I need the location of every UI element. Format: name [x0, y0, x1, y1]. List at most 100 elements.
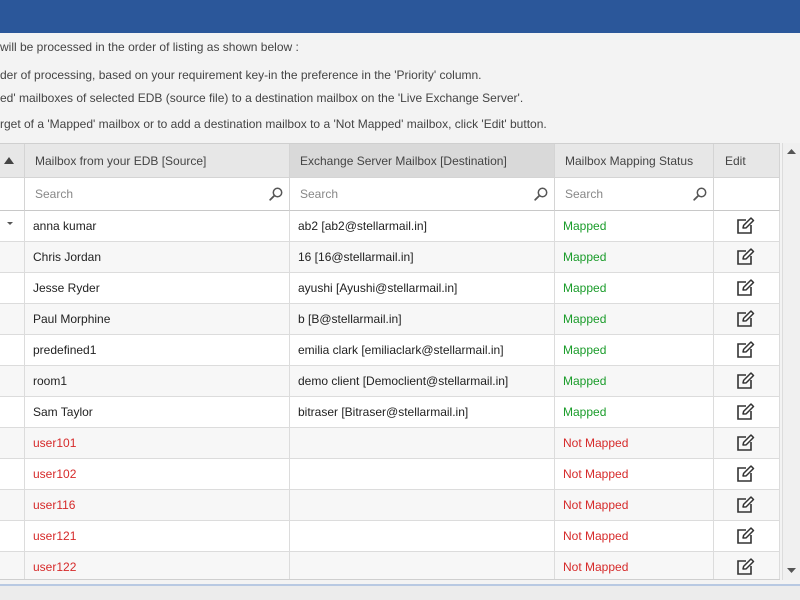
- priority-search-cell: [0, 178, 25, 211]
- magnifier-icon[interactable]: [693, 187, 707, 201]
- priority-cell[interactable]: [0, 521, 25, 552]
- edit-pencil-icon[interactable]: [735, 558, 755, 576]
- table-row[interactable]: Paul Morphine b [B@stellarmail.in] Mapped: [0, 304, 780, 335]
- mapping-status-cell: Mapped: [555, 273, 714, 304]
- mapping-status-cell: Not Mapped: [555, 428, 714, 459]
- bottom-bar: [0, 584, 800, 600]
- table-row[interactable]: anna kumar ab2 [ab2@stellarmail.in] Mapped: [0, 211, 780, 242]
- mapping-status-cell: Mapped: [555, 304, 714, 335]
- destination-mailbox-cell: emilia clark [emiliaclark@stellarmail.in…: [290, 335, 555, 366]
- mapping-status-cell: Mapped: [555, 211, 714, 242]
- edit-pencil-icon[interactable]: [735, 465, 755, 483]
- source-mailbox-cell: anna kumar: [25, 211, 290, 242]
- edit-pencil-icon[interactable]: [735, 341, 755, 359]
- priority-cell[interactable]: [0, 428, 25, 459]
- priority-cell[interactable]: [0, 459, 25, 490]
- source-column-header[interactable]: Mailbox from your EDB [Source]: [25, 144, 290, 178]
- destination-mailbox-cell: demo client [Democlient@stellarmail.in]: [290, 366, 555, 397]
- destination-search-input[interactable]: [290, 178, 554, 210]
- edit-pencil-icon[interactable]: [735, 527, 755, 545]
- edit-button[interactable]: [714, 397, 780, 428]
- destination-mailbox-cell: ayushi [Ayushi@stellarmail.in]: [290, 273, 555, 304]
- arrow-up-icon[interactable]: [783, 143, 800, 160]
- table-row[interactable]: Sam Taylor bitraser [Bitraser@stellarmail…: [0, 397, 780, 428]
- table-row[interactable]: Jesse Ryder ayushi [Ayushi@stellarmail.in…: [0, 273, 780, 304]
- destination-mailbox-cell: [290, 521, 555, 552]
- mailbox-mapping-grid: Mailbox from your EDB [Source] Exchange …: [0, 143, 780, 580]
- source-mailbox-cell: Chris Jordan: [25, 242, 290, 273]
- destination-mailbox-cell: bitraser [Bitraser@stellarmail.in]: [290, 397, 555, 428]
- magnifier-icon[interactable]: [269, 187, 283, 201]
- current-row-indicator-icon: [7, 222, 13, 225]
- table-row[interactable]: user121 Not Mapped: [0, 521, 780, 552]
- source-mailbox-cell: user116: [25, 490, 290, 521]
- edit-pencil-icon[interactable]: [735, 403, 755, 421]
- source-mailbox-cell: user121: [25, 521, 290, 552]
- table-row[interactable]: user122 Not Mapped: [0, 552, 780, 579]
- edit-pencil-icon[interactable]: [735, 217, 755, 235]
- scrollbar-track[interactable]: [786, 163, 797, 577]
- mapping-status-cell: Mapped: [555, 366, 714, 397]
- edit-button[interactable]: [714, 273, 780, 304]
- edit-button[interactable]: [714, 459, 780, 490]
- table-row[interactable]: Chris Jordan 16 [16@stellarmail.in] Mapped: [0, 242, 780, 273]
- destination-mailbox-cell: [290, 459, 555, 490]
- status-search-cell: [555, 178, 714, 211]
- mapping-status-cell: Not Mapped: [555, 552, 714, 579]
- edit-button[interactable]: [714, 211, 780, 242]
- table-row[interactable]: predefined1 emilia clark [emiliaclark@ste…: [0, 335, 780, 366]
- info-line-3: ed' mailboxes of selected EDB (source fi…: [0, 91, 524, 105]
- status-search-input[interactable]: [555, 178, 713, 210]
- vertical-scrollbar[interactable]: [782, 143, 800, 580]
- edit-button[interactable]: [714, 366, 780, 397]
- priority-cell[interactable]: [0, 490, 25, 521]
- edit-pencil-icon[interactable]: [735, 434, 755, 452]
- destination-mailbox-cell: b [B@stellarmail.in]: [290, 304, 555, 335]
- priority-cell[interactable]: [0, 552, 25, 579]
- status-column-header[interactable]: Mailbox Mapping Status: [555, 144, 714, 178]
- edit-button[interactable]: [714, 428, 780, 459]
- priority-cell[interactable]: [0, 304, 25, 335]
- source-search-input[interactable]: [25, 178, 289, 210]
- source-mailbox-cell: predefined1: [25, 335, 290, 366]
- edit-button[interactable]: [714, 335, 780, 366]
- edit-button[interactable]: [714, 304, 780, 335]
- edit-button[interactable]: [714, 490, 780, 521]
- destination-mailbox-cell: ab2 [ab2@stellarmail.in]: [290, 211, 555, 242]
- source-mailbox-cell: Sam Taylor: [25, 397, 290, 428]
- window-titlebar: [0, 0, 800, 33]
- priority-cell[interactable]: [0, 273, 25, 304]
- edit-button[interactable]: [714, 521, 780, 552]
- priority-cell[interactable]: [0, 397, 25, 428]
- edit-pencil-icon[interactable]: [735, 279, 755, 297]
- destination-column-header[interactable]: Exchange Server Mailbox [Destination]: [290, 144, 555, 178]
- edit-button[interactable]: [714, 552, 780, 579]
- table-row[interactable]: user101 Not Mapped: [0, 428, 780, 459]
- info-line-2: der of processing, based on your require…: [0, 68, 482, 82]
- arrow-down-icon[interactable]: [783, 562, 800, 579]
- priority-column-header[interactable]: [0, 144, 25, 178]
- source-mailbox-cell: user101: [25, 428, 290, 459]
- edit-pencil-icon[interactable]: [735, 372, 755, 390]
- edit-pencil-icon[interactable]: [735, 248, 755, 266]
- edit-button[interactable]: [714, 242, 780, 273]
- source-mailbox-cell: Paul Morphine: [25, 304, 290, 335]
- destination-mailbox-cell: [290, 552, 555, 579]
- table-row[interactable]: user116 Not Mapped: [0, 490, 780, 521]
- table-row[interactable]: room1 demo client [Democlient@stellarmail…: [0, 366, 780, 397]
- source-search-cell: [25, 178, 290, 211]
- info-line-1: will be processed in the order of listin…: [0, 40, 299, 54]
- table-row[interactable]: user102 Not Mapped: [0, 459, 780, 490]
- edit-pencil-icon[interactable]: [735, 496, 755, 514]
- magnifier-icon[interactable]: [534, 187, 548, 201]
- mapping-status-cell: Mapped: [555, 335, 714, 366]
- source-mailbox-cell: room1: [25, 366, 290, 397]
- priority-cell[interactable]: [0, 242, 25, 273]
- priority-cell[interactable]: [0, 366, 25, 397]
- source-mailbox-cell: Jesse Ryder: [25, 273, 290, 304]
- mapping-status-cell: Not Mapped: [555, 459, 714, 490]
- priority-cell[interactable]: [0, 335, 25, 366]
- priority-cell[interactable]: [0, 211, 25, 242]
- edit-pencil-icon[interactable]: [735, 310, 755, 328]
- mapping-status-cell: Mapped: [555, 242, 714, 273]
